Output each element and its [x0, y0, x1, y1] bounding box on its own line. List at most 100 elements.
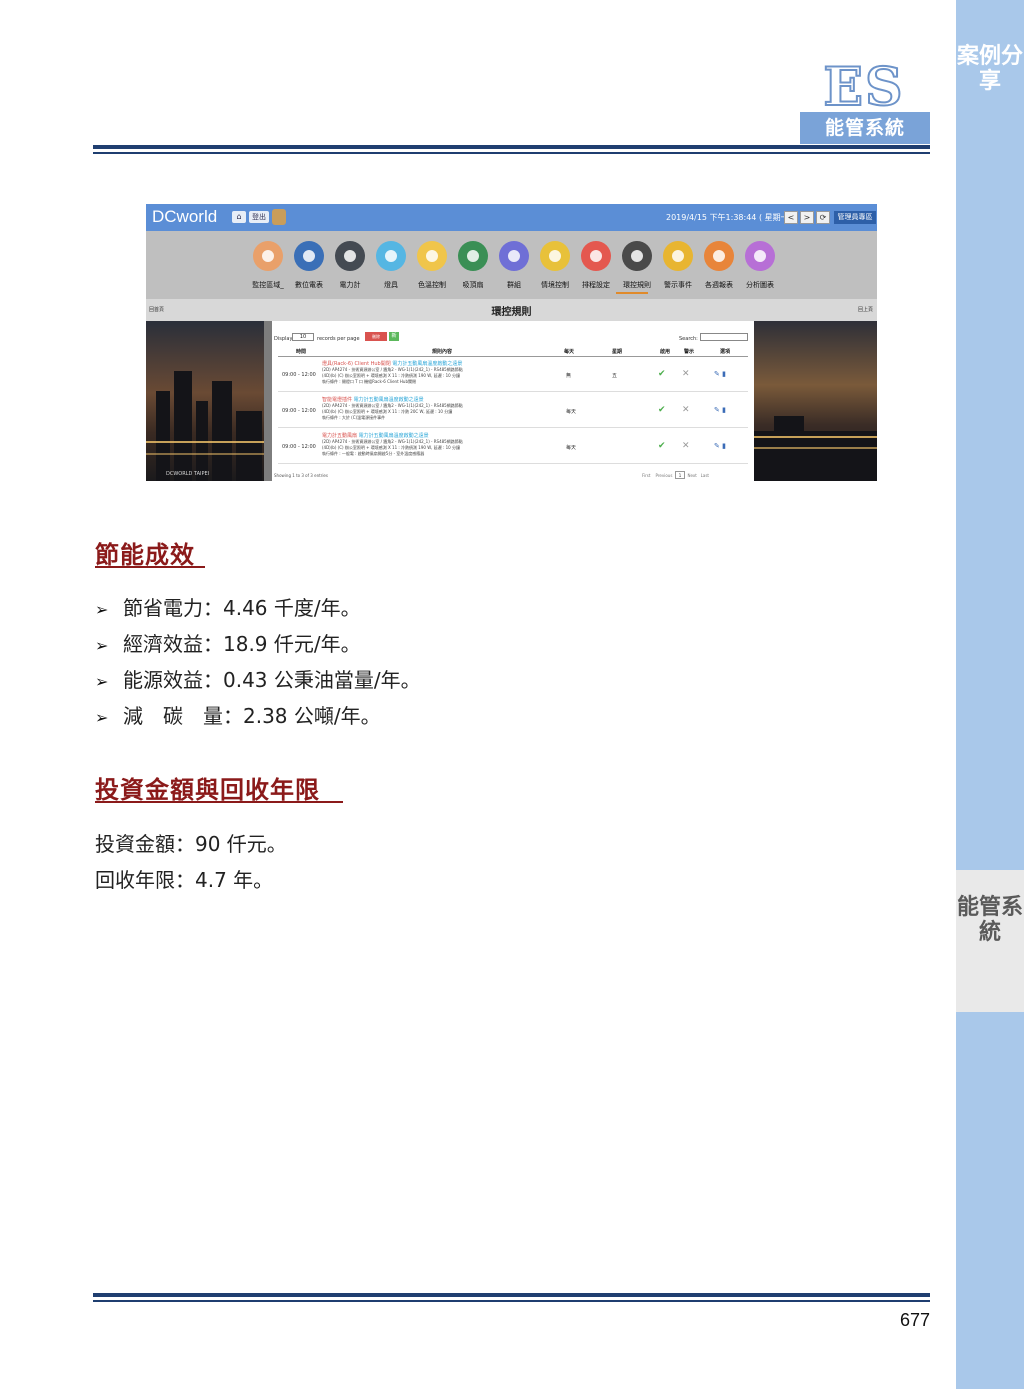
col-header-content[interactable]: 規則內容 [432, 348, 452, 355]
side-tab-energy-system: 能管系統 [956, 870, 1024, 1012]
check-icon[interactable]: ✔ [658, 441, 666, 451]
group-icon[interactable] [499, 241, 529, 271]
delete-button[interactable]: 刪除 [365, 332, 387, 341]
back-link[interactable]: 回上頁 [858, 306, 873, 313]
next-button[interactable]: > [800, 211, 814, 224]
dcworld-screenshot: DCworld ⌂ 登出 2019/4/15 下午1:38:44 ( 星期一 )… [146, 204, 877, 481]
city-night-image-left: DCWORLD TAIPEI [146, 321, 264, 481]
x-icon[interactable]: ✕ [682, 405, 690, 415]
pager: First Previous 1 Next Last [642, 471, 709, 479]
edit-delete-icon[interactable]: ✎ ▮ [714, 442, 726, 450]
col-header-alert[interactable]: 警示 [684, 348, 694, 355]
edit-delete-icon[interactable]: ✎ ▮ [714, 406, 726, 414]
bullet-item: ➢ 能源效益：0.43 公秉油當量/年。 [95, 668, 421, 692]
footer-rule [93, 1293, 930, 1302]
active-tab-underline [616, 292, 648, 294]
rule-time: 09:00 - 12:00 [282, 444, 316, 450]
datetime: 2019/4/15 下午1:38:44 ( 星期一 ) [666, 213, 795, 222]
rule-clock-icon[interactable] [622, 241, 652, 271]
avatar[interactable] [272, 209, 286, 225]
rule-title[interactable]: 智能電燈插件 電力計五動風扇溫度啟動之遠景 [322, 396, 424, 403]
prev-button[interactable]: < [784, 211, 798, 224]
bullet-item: ➢ 節省電力：4.46 千度/年。 [95, 596, 361, 620]
pager-next[interactable]: Next [688, 473, 697, 478]
refresh-icon[interactable]: ⟳ [816, 211, 830, 224]
table-info: Showing 1 to 3 of 3 entries [274, 473, 328, 478]
arrow-bullet-icon: ➢ [95, 708, 109, 727]
payback-period: 回收年限：4.7 年。 [95, 868, 274, 892]
heading-underline [95, 566, 205, 568]
side-tab-case-share: 案例分享 [956, 0, 1024, 870]
module-label[interactable]: 分析圖表 [736, 280, 784, 290]
color-temp-icon[interactable] [417, 241, 447, 271]
arrow-bullet-icon: ➢ [95, 636, 109, 655]
table-row[interactable]: 09:00 - 12:00 智能電燈插件 電力計五動風扇溫度啟動之遠景 (2D) A… [278, 394, 748, 428]
side-tab-label-energy: 能管系統 [956, 895, 1023, 945]
page-title-bar: 回首頁 環控規則 回上頁 [146, 299, 877, 321]
rule-daily: 每天 [566, 409, 577, 415]
pager-first[interactable]: First [642, 473, 650, 478]
map-pin-icon[interactable] [253, 241, 283, 271]
add-button[interactable]: 新 [389, 332, 399, 341]
module-icon-bar: 監控區域_ 數位電表 電力計 燈具 色溫控制 吸頂扇 群組 情境控制 排程設定 環控規則 警示事件各… [146, 231, 877, 299]
bullet-item: ➢ 減 碳 量：2.38 公噸/年。 [95, 704, 381, 728]
es-logo: ES [822, 57, 905, 118]
side-tab-label-case: 案例分享 [956, 44, 1023, 94]
col-header-time[interactable]: 時間 [296, 348, 306, 355]
check-icon[interactable]: ✔ [658, 369, 666, 379]
image-caption: DCWORLD TAIPEI [166, 471, 210, 477]
x-icon[interactable]: ✕ [682, 369, 690, 379]
table-row[interactable]: 09:00 - 12:00 燈具(Rack-6) Client Hub開閉 電力計… [278, 358, 748, 392]
app-brand: DCworld [152, 207, 218, 226]
arrow-bullet-icon: ➢ [95, 672, 109, 691]
investment-amount: 投資金額：90 仟元。 [95, 832, 287, 856]
chart-icon[interactable] [745, 241, 775, 271]
rule-time: 09:00 - 12:00 [282, 408, 316, 414]
pager-prev[interactable]: Previous [656, 473, 673, 478]
rule-detail: 執行條件 : 大於 (C)溫電源接件事件 [322, 415, 386, 420]
scene-icon[interactable] [540, 241, 570, 271]
col-header-week[interactable]: 星期 [612, 348, 622, 355]
fan-icon[interactable] [458, 241, 488, 271]
edit-delete-icon[interactable]: ✎ ▮ [714, 370, 726, 378]
search-input[interactable] [700, 333, 748, 341]
logo-subtitle: 能管系統 [800, 112, 930, 144]
alert-icon[interactable] [663, 241, 693, 271]
col-header-enabled[interactable]: 啟用 [660, 348, 670, 355]
logout-button[interactable]: 登出 [249, 211, 269, 223]
page-title: 環控規則 [491, 307, 532, 318]
bulb-icon[interactable] [376, 241, 406, 271]
admin-button[interactable]: 管理員專區 [834, 211, 876, 224]
section-heading-investment: 投資金額與回收年限 [95, 776, 320, 804]
display-label: Display [274, 336, 293, 342]
app-top-bar: DCworld ⌂ 登出 2019/4/15 下午1:38:44 ( 星期一 )… [146, 204, 877, 231]
rule-title[interactable]: 燈具(Rack-6) Client Hub開閉 電力計五動風扇溫度啟動之遠景 [322, 360, 462, 367]
heading-underline [95, 801, 343, 803]
meter-icon[interactable] [294, 241, 324, 271]
rule-detail: 執行條件 : 開燈口 T 口 機組Rack-6 Client Hub關閉 [322, 379, 416, 384]
rules-table-panel: Display 10 records per page 刪除 新 Search:… [272, 321, 754, 481]
rule-detail: 執行條件 : 一般電 : 啟動時風扇開啟5分 - 室外溫度感應器 [322, 451, 425, 456]
power-meter-icon[interactable] [335, 241, 365, 271]
per-page-select[interactable]: 10 [292, 333, 314, 341]
header-divider [278, 356, 748, 357]
x-icon[interactable]: ✕ [682, 441, 690, 451]
rule-time: 09:00 - 12:00 [282, 372, 316, 378]
rule-title[interactable]: 電力計五動風扇 電力計五動風扇溫度啟動之遠景 [322, 432, 429, 439]
pager-last[interactable]: Last [701, 473, 709, 478]
page-number: 677 [899, 1310, 930, 1330]
col-header-daily[interactable]: 每天 [564, 348, 574, 355]
side-tab-strip: 案例分享 能管系統 [956, 0, 1024, 1389]
report-icon[interactable] [704, 241, 734, 271]
per-page-label: records per page [317, 336, 360, 342]
rule-weekday: 五 [612, 373, 618, 379]
check-icon[interactable]: ✔ [658, 405, 666, 415]
home-icon[interactable]: ⌂ [232, 211, 246, 223]
pager-current[interactable]: 1 [674, 471, 685, 479]
col-header-options[interactable]: 選項 [720, 348, 730, 355]
clock-icon[interactable] [581, 241, 611, 271]
bullet-item: ➢ 經濟效益：18.9 仟元/年。 [95, 632, 361, 656]
section-heading-savings: 節能成效 [95, 541, 195, 569]
rule-daily: 無 [566, 373, 572, 379]
table-row[interactable]: 09:00 - 12:00 電力計五動風扇 電力計五動風扇溫度啟動之遠景 (2D) … [278, 430, 748, 464]
